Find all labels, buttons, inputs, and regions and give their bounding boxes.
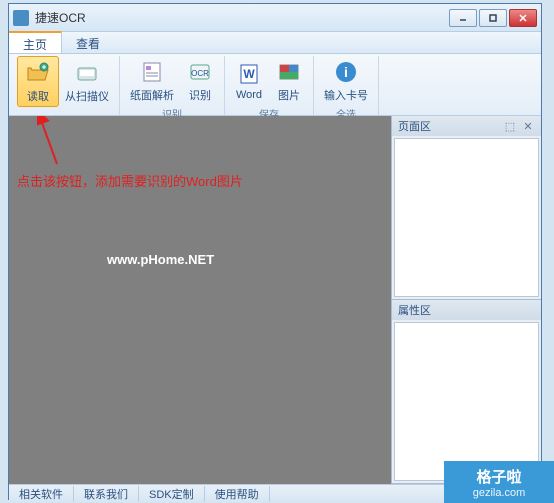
right-panel: 页面区 ⬚ ✕ 属性区 (391, 116, 541, 484)
status-help[interactable]: 使用帮助 (205, 486, 270, 502)
card-label: 输入卡号 (324, 87, 368, 103)
titlebar: 捷速OCR (9, 4, 541, 32)
workspace: 点击该按钮，添加需要识别的Word图片 www.pHome.NET 页面区 ⬚ … (9, 116, 541, 484)
parse-icon (138, 58, 166, 86)
scanner-button[interactable]: 从扫描仪 (59, 56, 115, 107)
recognize-label: 识别 (189, 87, 211, 103)
word-button[interactable]: W Word (229, 56, 269, 105)
pages-list[interactable] (394, 138, 539, 297)
parse-button[interactable]: 纸面解析 (124, 56, 180, 105)
folder-open-icon (24, 59, 52, 87)
image-button[interactable]: 图片 (269, 56, 309, 105)
annotation-arrow-icon (37, 116, 67, 166)
read-label: 读取 (27, 88, 49, 104)
image-icon (275, 58, 303, 86)
props-body (394, 322, 539, 481)
info-icon: i (332, 58, 360, 86)
card-button[interactable]: i 输入卡号 (318, 56, 374, 105)
scanner-icon (73, 59, 101, 87)
maximize-button[interactable] (479, 9, 507, 27)
props-panel: 属性区 (392, 300, 541, 484)
status-contact[interactable]: 联系我们 (74, 486, 139, 502)
app-icon (13, 10, 29, 26)
scanner-label: 从扫描仪 (65, 88, 109, 104)
brand-badge: 格子啦 gezila.com (444, 461, 554, 503)
brand-name: 格子啦 (476, 466, 521, 487)
svg-text:i: i (344, 64, 348, 80)
brand-url: gezila.com (473, 487, 526, 499)
svg-text:W: W (243, 67, 255, 81)
tab-view[interactable]: 查看 (62, 32, 115, 53)
close-button[interactable] (509, 9, 537, 27)
annotation-text: 点击该按钮，添加需要识别的Word图片 (17, 171, 243, 190)
word-label: Word (236, 89, 262, 101)
image-label: 图片 (278, 87, 300, 103)
svg-text:OCR: OCR (191, 69, 209, 78)
ribbon-toolbar: 读取 从扫描仪 纸面解析 OCR 识别 识别 (9, 54, 541, 116)
menubar: 主页 查看 (9, 32, 541, 54)
status-related[interactable]: 相关软件 (9, 486, 74, 502)
panel-pin-icon[interactable]: ⬚ (503, 119, 517, 133)
parse-label: 纸面解析 (130, 87, 174, 103)
watermark-text: www.pHome.NET (107, 252, 214, 267)
app-window: 捷速OCR 主页 查看 读取 从扫描仪 (8, 3, 542, 500)
panel-close-icon[interactable]: ✕ (521, 119, 535, 133)
pages-panel-title: 页面区 (398, 118, 431, 134)
tab-main[interactable]: 主页 (9, 31, 62, 53)
minimize-button[interactable] (449, 9, 477, 27)
recognize-button[interactable]: OCR 识别 (180, 56, 220, 105)
canvas-area: 点击该按钮，添加需要识别的Word图片 www.pHome.NET (9, 116, 391, 484)
ocr-icon: OCR (186, 58, 214, 86)
status-sdk[interactable]: SDK定制 (139, 486, 205, 502)
window-title: 捷速OCR (35, 9, 449, 26)
props-panel-title: 属性区 (398, 302, 431, 318)
read-button[interactable]: 读取 (17, 56, 59, 107)
pages-panel: 页面区 ⬚ ✕ (392, 116, 541, 300)
word-icon: W (235, 60, 263, 88)
